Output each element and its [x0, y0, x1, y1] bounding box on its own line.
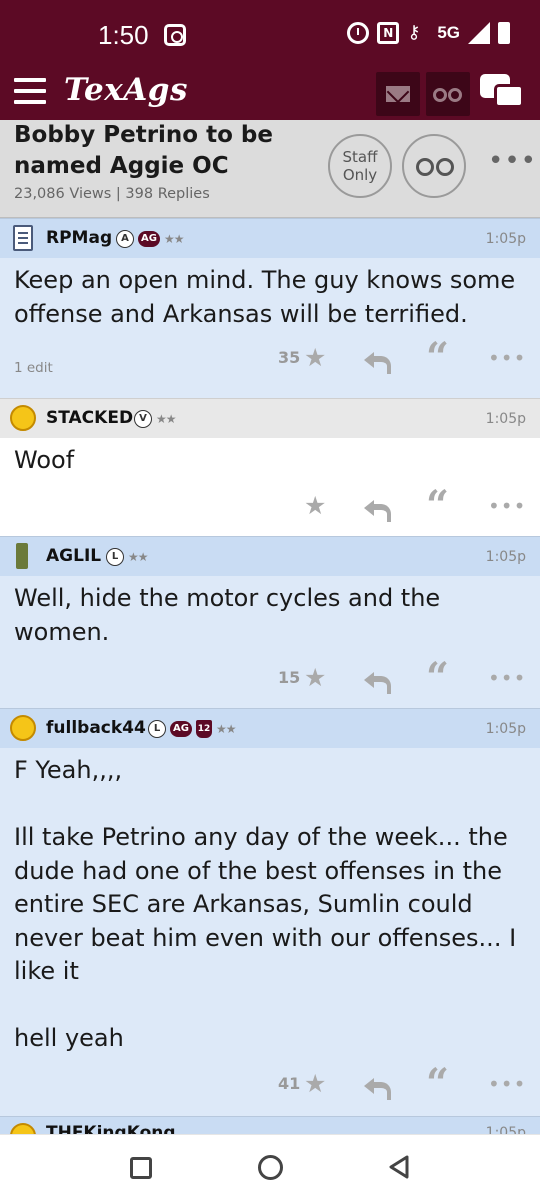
post-text: Woof — [14, 446, 75, 474]
status-time: 1:50 — [98, 20, 149, 50]
thread-header: Bobby Petrino to be named Aggie OC 23,08… — [0, 120, 540, 218]
vpn-key-icon: ⚷ — [407, 22, 421, 43]
like-count: 15 — [278, 668, 301, 687]
post-actions: ★ “ ••• — [270, 486, 530, 526]
user-badges: L AG 12 ★★ — [148, 720, 236, 738]
post: AGLIL L ★★ 1:05p Well, hide the motor cy… — [0, 536, 540, 708]
staff-only-button[interactable]: Staff Only — [328, 134, 392, 198]
post-text: F Yeah,,,, Ill take Petrino any day of t… — [14, 756, 517, 1052]
badge: A — [116, 230, 134, 248]
post-header: AGLIL L ★★ 1:05p — [0, 536, 540, 576]
like-count: 41 — [278, 1074, 301, 1093]
app-header: TexAgs — [0, 68, 540, 120]
system-nav-bar — [0, 1134, 540, 1200]
screen-record-icon — [164, 24, 186, 46]
thread-stats: 23,086 Views | 398 Replies — [14, 186, 210, 202]
post-username[interactable]: STACKED — [46, 408, 133, 428]
reply-icon[interactable] — [364, 498, 391, 522]
user-badges: V ★★ — [134, 410, 176, 428]
post-header: fullback44 L AG 12 ★★ 1:05p — [0, 708, 540, 748]
network-type: 5G — [437, 23, 460, 42]
post-header: STACKED V ★★ 1:05p — [0, 398, 540, 438]
badge: AG — [170, 721, 192, 737]
badge: L — [148, 720, 166, 738]
status-bar: 1:50 N ⚷ 5G — [0, 0, 540, 68]
badge: 12 — [195, 720, 212, 738]
chat-icon[interactable] — [480, 74, 524, 114]
star-icon[interactable]: ★ — [304, 492, 326, 520]
quote-icon[interactable]: “ — [426, 486, 449, 526]
badge-stars: ★★ — [163, 232, 184, 246]
edit-note[interactable]: 1 edit — [14, 360, 53, 376]
post-body: Well, hide the motor cycles and the wome… — [0, 576, 540, 708]
post: fullback44 L AG 12 ★★ 1:05p F Yeah,,,, I… — [0, 708, 540, 1116]
signal-icon — [468, 22, 490, 44]
alarm-icon — [347, 22, 370, 44]
post-header: THEKingKong 1:05p — [0, 1116, 540, 1136]
post-header: RPMag A AG ★★ 1:05p — [0, 218, 540, 258]
post-actions: 41 ★ “ ••• — [270, 1064, 530, 1104]
avatar[interactable] — [13, 225, 33, 251]
binoculars-icon — [416, 158, 434, 176]
post-actions: 15 ★ “ ••• — [270, 658, 530, 698]
badge-stars: ★★ — [156, 412, 176, 426]
star-icon[interactable]: ★ — [304, 344, 326, 372]
home-icon[interactable] — [258, 1155, 283, 1180]
reply-icon[interactable] — [364, 350, 391, 374]
post-time: 1:05p — [485, 549, 526, 565]
more-icon[interactable]: ••• — [488, 1070, 526, 1098]
hamburger-icon[interactable] — [14, 78, 46, 104]
post-username[interactable]: RPMag — [46, 228, 112, 248]
user-badges: L ★★ — [106, 548, 148, 566]
post-username[interactable]: fullback44 — [46, 718, 146, 738]
badge: V — [134, 410, 152, 428]
post-username[interactable]: AGLIL — [46, 546, 101, 566]
post-actions: 35 ★ “ ••• — [270, 338, 530, 378]
texags-logo[interactable]: TexAgs — [64, 72, 188, 108]
post: RPMag A AG ★★ 1:05p Keep an open mind. T… — [0, 218, 540, 398]
reply-icon[interactable] — [364, 670, 391, 694]
badge: AG — [138, 231, 160, 247]
avatar[interactable] — [16, 543, 28, 569]
thread-title: Bobby Petrino to be named Aggie OC — [14, 122, 273, 179]
star-icon[interactable]: ★ — [304, 1070, 326, 1098]
post-time: 1:05p — [485, 411, 526, 427]
badge-stars: ★★ — [128, 550, 148, 564]
post-body: F Yeah,,,, Ill take Petrino any day of t… — [0, 748, 540, 1116]
more-icon[interactable]: ••• — [488, 492, 526, 520]
badge-stars: ★★ — [215, 722, 236, 736]
post-body: Keep an open mind. The guy knows some of… — [0, 258, 540, 398]
star-icon[interactable]: ★ — [304, 664, 326, 692]
post-time: 1:05p — [485, 231, 526, 247]
binoculars-icon[interactable] — [426, 72, 470, 116]
quote-icon[interactable]: “ — [426, 658, 449, 698]
watch-thread-button[interactable] — [402, 134, 466, 198]
mail-icon[interactable] — [376, 72, 420, 116]
post-text: Well, hide the motor cycles and the wome… — [14, 584, 448, 646]
reply-icon[interactable] — [364, 1076, 391, 1100]
post: STACKED V ★★ 1:05p Woof ★ “ ••• — [0, 398, 540, 536]
post-body: Woof ★ “ ••• — [0, 438, 540, 536]
quote-icon[interactable]: “ — [426, 1064, 449, 1104]
badge: L — [106, 548, 124, 566]
avatar[interactable] — [10, 405, 36, 431]
status-icons: N ⚷ 5G — [347, 22, 510, 44]
post-text: Keep an open mind. The guy knows some of… — [14, 266, 523, 328]
thread-more-icon[interactable]: ••• — [488, 146, 537, 176]
battery-icon — [498, 22, 510, 44]
quote-icon[interactable]: “ — [426, 338, 449, 378]
more-icon[interactable]: ••• — [488, 344, 526, 372]
back-icon[interactable] — [388, 1155, 410, 1179]
post-time: 1:05p — [485, 721, 526, 737]
nfc-icon: N — [377, 22, 400, 44]
user-badges: A AG ★★ — [116, 230, 184, 248]
more-icon[interactable]: ••• — [488, 664, 526, 692]
like-count: 35 — [278, 348, 301, 367]
avatar[interactable] — [10, 715, 36, 741]
recents-icon[interactable] — [130, 1157, 152, 1179]
